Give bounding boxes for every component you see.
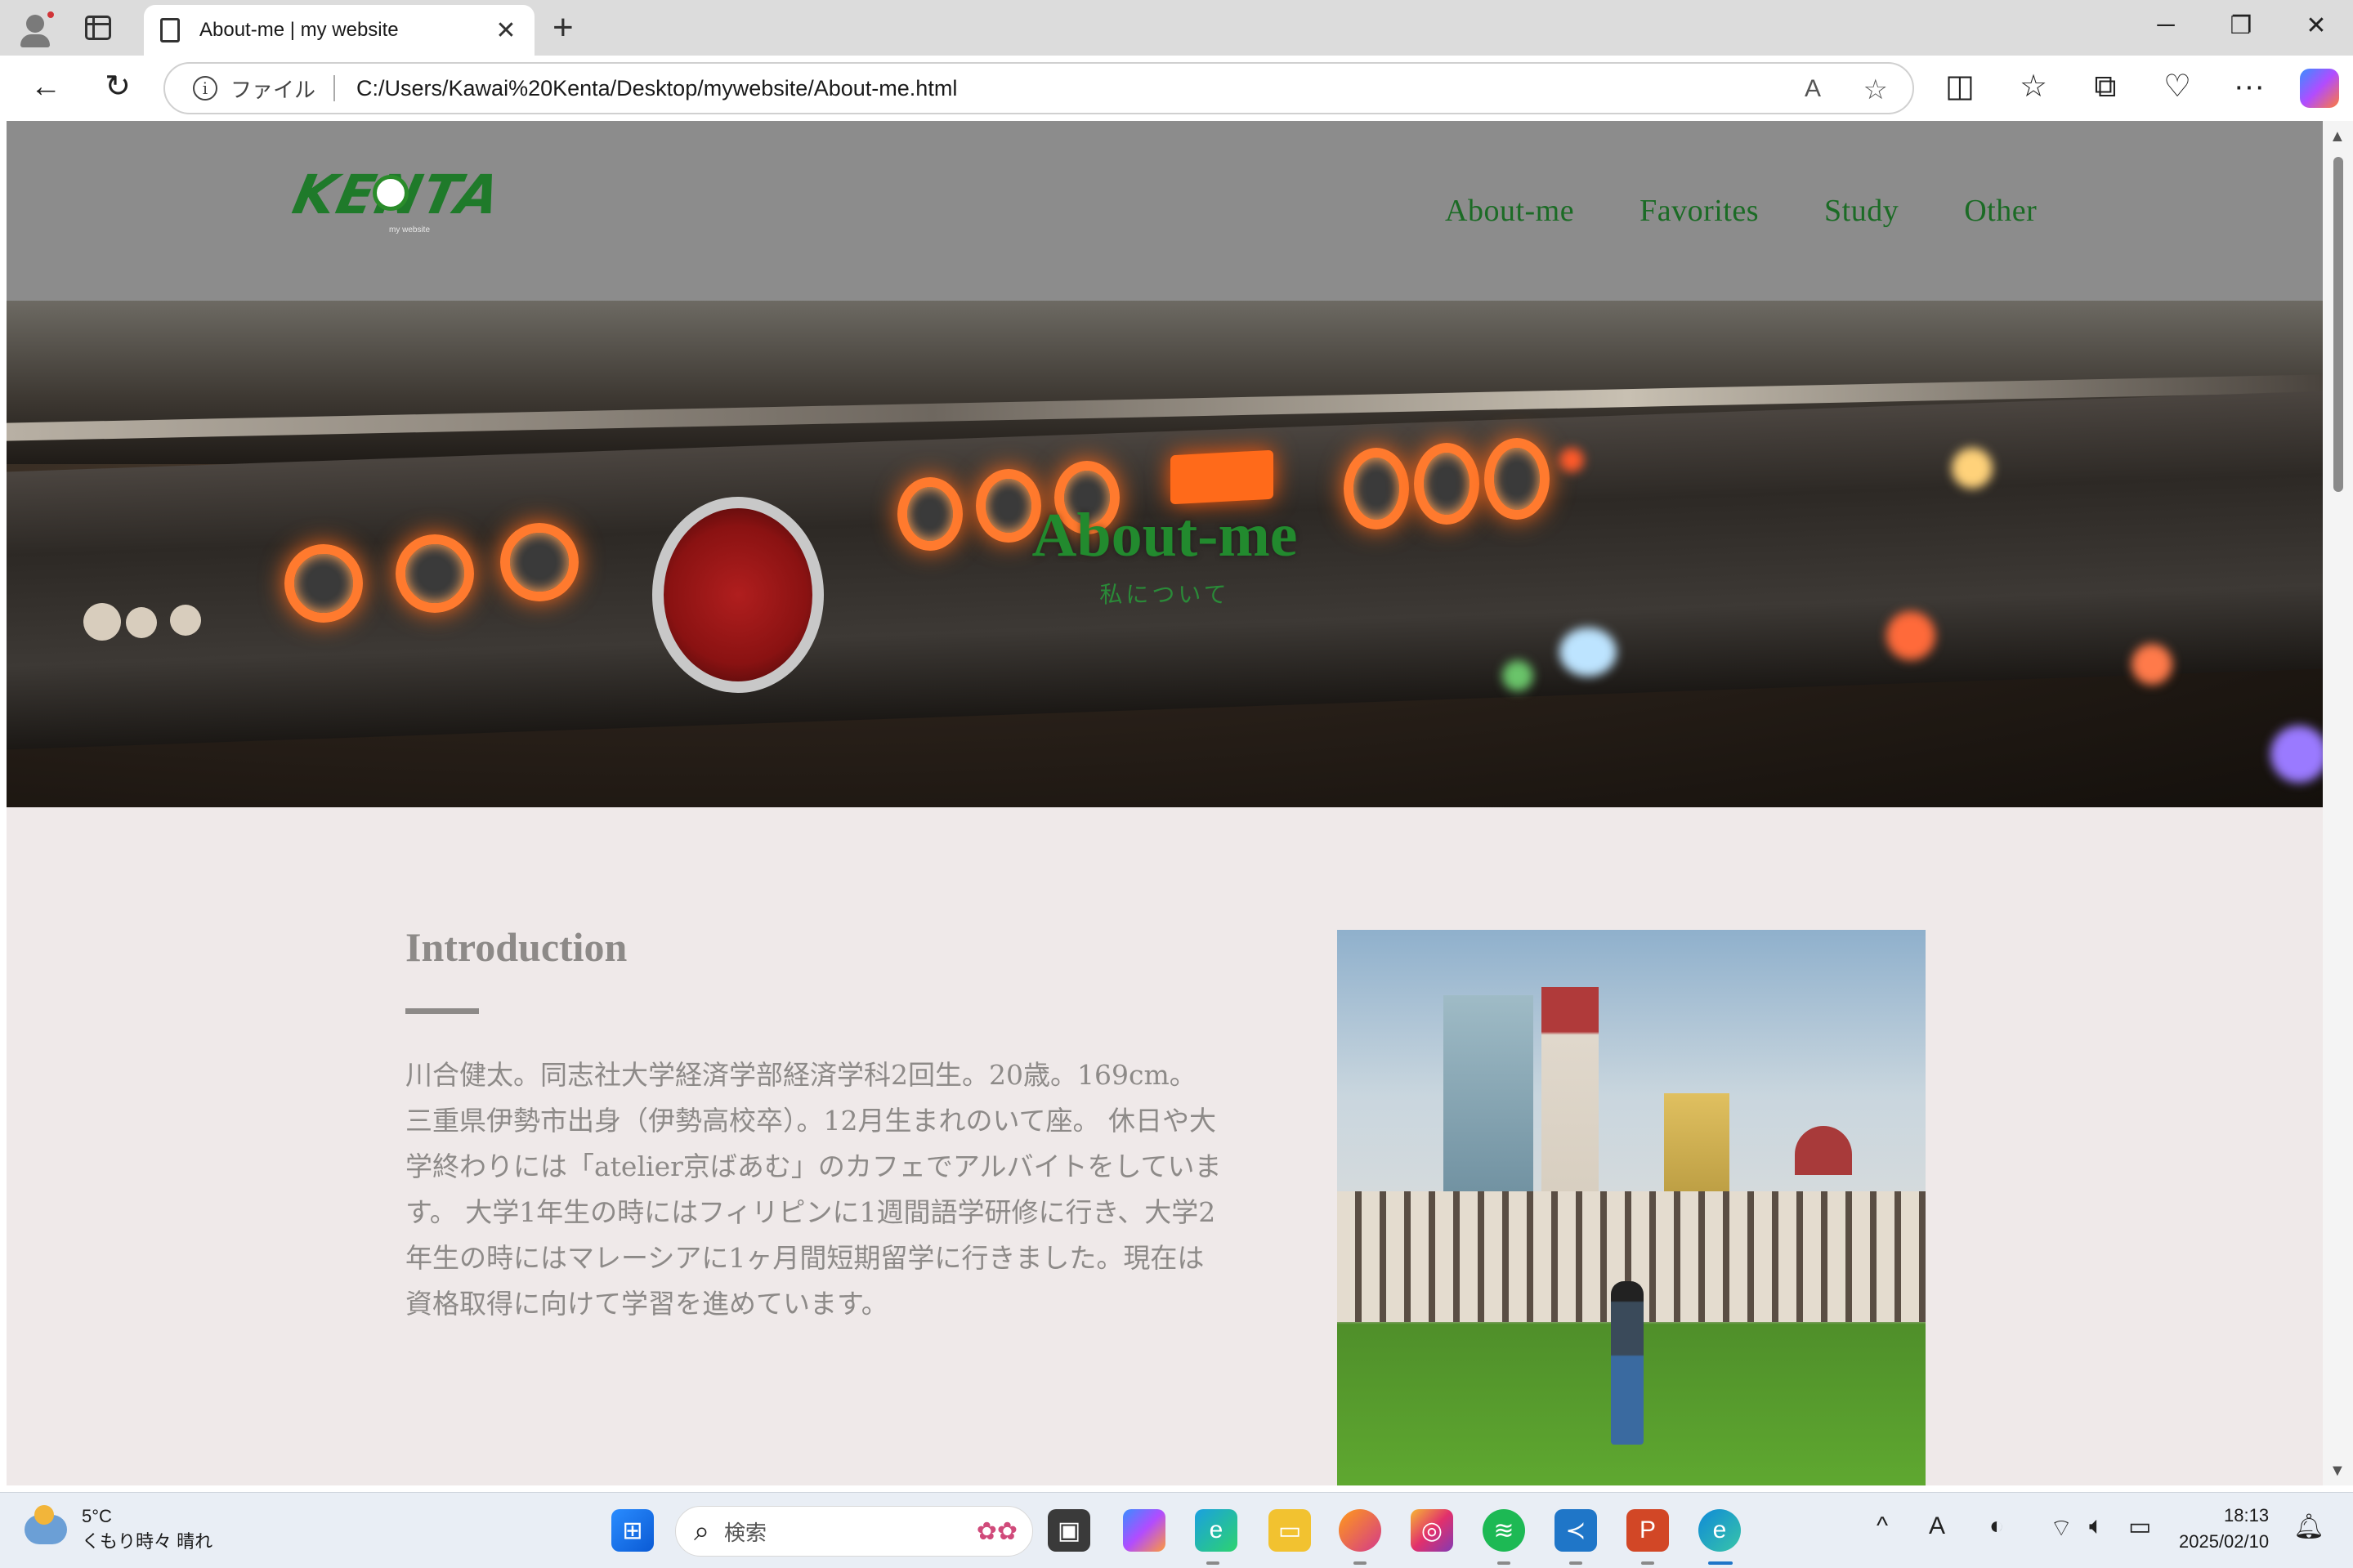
tab-actions-icon[interactable] [85, 16, 111, 40]
file-explorer-icon[interactable]: ▭ [1268, 1509, 1311, 1552]
notification-bell-icon[interactable]: 🔔︎ [2293, 1512, 2324, 1541]
weather-desc: くもり時々 晴れ [82, 1531, 213, 1552]
scroll-down-icon[interactable]: ▼ [2329, 1462, 2346, 1481]
windows-start-icon[interactable]: ⊞ [611, 1509, 654, 1552]
hero-subtitle: 私について [1099, 581, 1230, 608]
instagram-icon[interactable]: ◎ [1411, 1509, 1453, 1552]
intro-body: 川合健太。同志社大学経済学部経済学科2回生。20歳。169cm。三重県伊勢市出身… [405, 1059, 1222, 1320]
close-window-button[interactable]: ✕ [2300, 11, 2333, 40]
favorites-icon[interactable]: ☆ [2015, 70, 2051, 103]
leaf-icon [373, 175, 409, 211]
address-bar[interactable]: i ファイル C:/Users/Kawai%20Kenta/Desktop/my… [163, 62, 1914, 114]
nav-favorites[interactable]: Favorites [1639, 193, 1759, 229]
profile-photo [1337, 930, 1926, 1485]
address-separator [333, 75, 336, 101]
wifi-icon[interactable]: ⌔ [2050, 1512, 2073, 1543]
collections-icon[interactable]: ⧉ [2087, 70, 2123, 103]
browser-essentials-icon[interactable]: ♡ [2159, 70, 2195, 103]
nav-about-me[interactable]: About-me [1445, 193, 1574, 229]
firefox-icon[interactable] [1339, 1509, 1381, 1552]
tulip-icon: ✿✿ [976, 1517, 1018, 1545]
ime-indicator[interactable]: A [1929, 1512, 1945, 1540]
add-favorite-icon[interactable]: ☆ [1863, 74, 1888, 106]
logo-tagline: my website [389, 226, 431, 235]
close-tab-icon[interactable]: ✕ [494, 16, 518, 45]
address-scheme: ファイル [230, 77, 316, 102]
spotify-icon[interactable]: ≋ [1483, 1509, 1525, 1552]
tab-title: About-me | my website [199, 19, 399, 41]
nav-study[interactable]: Study [1824, 193, 1899, 229]
page-viewport: KENTA my website About-me Favorites Stud… [7, 121, 2323, 1485]
search-placeholder: 検索 [724, 1520, 767, 1545]
restore-button[interactable]: ❐ [2225, 11, 2257, 40]
browser-toolbar: ← ↻ i ファイル C:/Users/Kawai%20Kenta/Deskto… [0, 56, 2353, 121]
task-view-icon[interactable]: ▣ [1048, 1509, 1090, 1552]
split-screen-icon[interactable]: ◫ [1942, 70, 1978, 103]
read-aloud-icon[interactable]: A [1805, 75, 1821, 103]
copilot-app-icon[interactable] [1123, 1509, 1165, 1552]
clock-time: 18:13 [2224, 1505, 2270, 1526]
battery-icon[interactable]: ▭ [2128, 1512, 2151, 1541]
document-icon [160, 18, 180, 42]
intro-heading: Introduction [405, 924, 628, 970]
powerpoint-icon[interactable]: P [1626, 1509, 1669, 1552]
new-tab-button[interactable]: + [552, 10, 574, 46]
profile-avatar-icon[interactable] [15, 8, 56, 49]
more-menu-icon[interactable]: ··· [2231, 70, 2267, 103]
machine-display [1170, 449, 1273, 505]
site-nav: About-me Favorites Study Other [1445, 193, 2037, 229]
weather-temp: 5°C [82, 1506, 112, 1526]
vertical-scrollbar[interactable]: ▲ ▼ [2323, 121, 2353, 1485]
show-hidden-icons[interactable]: ^ [1877, 1512, 1888, 1540]
windows-taskbar: 5°C くもり時々 晴れ ⊞ ⌕ 検索 ✿✿ ▣ e ▭ ◎ ≋ ≺ P e ^… [0, 1492, 2353, 1568]
refresh-button[interactable]: ↻ [100, 70, 136, 103]
edge-beta-icon[interactable]: e [1195, 1509, 1237, 1552]
system-clock[interactable]: 18:13 2025/02/10 [2179, 1503, 2269, 1555]
tab-about-me[interactable]: About-me | my website ✕ [144, 5, 535, 56]
nav-other[interactable]: Other [1964, 193, 2037, 229]
hero-banner: About-me 私について [7, 301, 2323, 807]
clock-date: 2025/02/10 [2179, 1531, 2270, 1552]
volume-icon[interactable]: 🔈︎ [2089, 1512, 2104, 1540]
copilot-icon[interactable] [2300, 69, 2339, 108]
taskbar-search[interactable]: ⌕ 検索 ✿✿ [675, 1506, 1033, 1557]
edge-icon[interactable]: e [1698, 1509, 1741, 1552]
scrollbar-thumb[interactable] [2333, 157, 2343, 492]
browser-tab-bar: About-me | my website ✕ + ─ ❐ ✕ [0, 0, 2353, 56]
site-header: KENTA my website About-me Favorites Stud… [7, 121, 2323, 301]
address-url[interactable]: C:/Users/Kawai%20Kenta/Desktop/mywebsite… [356, 76, 957, 101]
minimize-button[interactable]: ─ [2149, 11, 2182, 39]
site-logo[interactable]: KENTA my website [288, 163, 508, 237]
focus-icon[interactable]: ◐ [1989, 1512, 2004, 1540]
scroll-up-icon[interactable]: ▲ [2329, 127, 2346, 146]
weather-cloud-icon [25, 1505, 67, 1544]
hero-title: About-me [1031, 501, 1298, 570]
vscode-icon[interactable]: ≺ [1555, 1509, 1597, 1552]
site-info-icon[interactable]: i [193, 76, 217, 101]
person-figure [1611, 1281, 1644, 1445]
heading-divider [405, 1008, 479, 1014]
search-icon: ⌕ [694, 1515, 710, 1547]
back-button[interactable]: ← [28, 70, 64, 103]
weather-widget[interactable]: 5°C くもり時々 晴れ [25, 1505, 213, 1553]
